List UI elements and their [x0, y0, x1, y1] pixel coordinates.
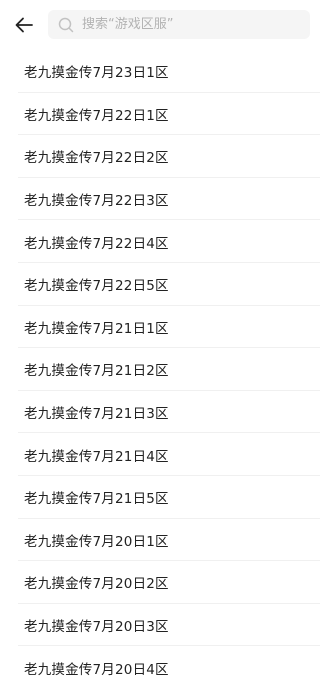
server-name: 老九摸金传7月21日5区: [24, 491, 169, 508]
server-list-item[interactable]: 老九摸金传7月21日1区: [0, 306, 320, 349]
server-list-item[interactable]: 老九摸金传7月22日5区: [0, 263, 320, 306]
server-name: 老九摸金传7月23日1区: [24, 65, 169, 82]
server-name: 老九摸金传7月21日3区: [24, 406, 169, 423]
server-list-item[interactable]: 老九摸金传7月22日1区: [0, 93, 320, 136]
server-name: 老九摸金传7月20日4区: [24, 661, 169, 678]
search-icon: [58, 17, 74, 33]
server-list-item[interactable]: 老九摸金传7月22日2区: [0, 135, 320, 178]
server-list-item[interactable]: 老九摸金传7月22日3区: [0, 178, 320, 221]
top-bar: [0, 0, 320, 50]
server-search-screen: 老九摸金传7月23日1区 老九摸金传7月22日1区 老九摸金传7月22日2区 老…: [0, 0, 320, 680]
server-name: 老九摸金传7月21日2区: [24, 363, 169, 380]
server-list-item[interactable]: 老九摸金传7月23日1区: [0, 50, 320, 93]
server-name: 老九摸金传7月22日3区: [24, 193, 169, 210]
server-name: 老九摸金传7月22日5区: [24, 278, 169, 295]
server-name: 老九摸金传7月22日4区: [24, 235, 169, 252]
server-list-item[interactable]: 老九摸金传7月20日4区: [0, 646, 320, 680]
server-list-item[interactable]: 老九摸金传7月21日3区: [0, 391, 320, 434]
back-button[interactable]: [10, 11, 38, 39]
server-name: 老九摸金传7月22日1区: [24, 107, 169, 124]
server-name: 老九摸金传7月20日2区: [24, 576, 169, 593]
server-list-item[interactable]: 老九摸金传7月21日2区: [0, 348, 320, 391]
search-box[interactable]: [48, 10, 310, 39]
server-name: 老九摸金传7月20日1区: [24, 533, 169, 550]
server-list: 老九摸金传7月23日1区 老九摸金传7月22日1区 老九摸金传7月22日2区 老…: [0, 50, 320, 680]
server-list-item[interactable]: 老九摸金传7月20日2区: [0, 561, 320, 604]
search-input[interactable]: [82, 12, 302, 37]
server-list-item[interactable]: 老九摸金传7月21日4区: [0, 433, 320, 476]
server-list-item[interactable]: 老九摸金传7月20日1区: [0, 519, 320, 562]
server-name: 老九摸金传7月21日4区: [24, 448, 169, 465]
server-list-item[interactable]: 老九摸金传7月21日5区: [0, 476, 320, 519]
server-name: 老九摸金传7月20日3区: [24, 619, 169, 636]
arrow-left-icon: [15, 17, 33, 33]
server-list-item[interactable]: 老九摸金传7月22日4区: [0, 220, 320, 263]
server-name: 老九摸金传7月21日1区: [24, 320, 169, 337]
server-name: 老九摸金传7月22日2区: [24, 150, 169, 167]
server-list-item[interactable]: 老九摸金传7月20日3区: [0, 604, 320, 647]
